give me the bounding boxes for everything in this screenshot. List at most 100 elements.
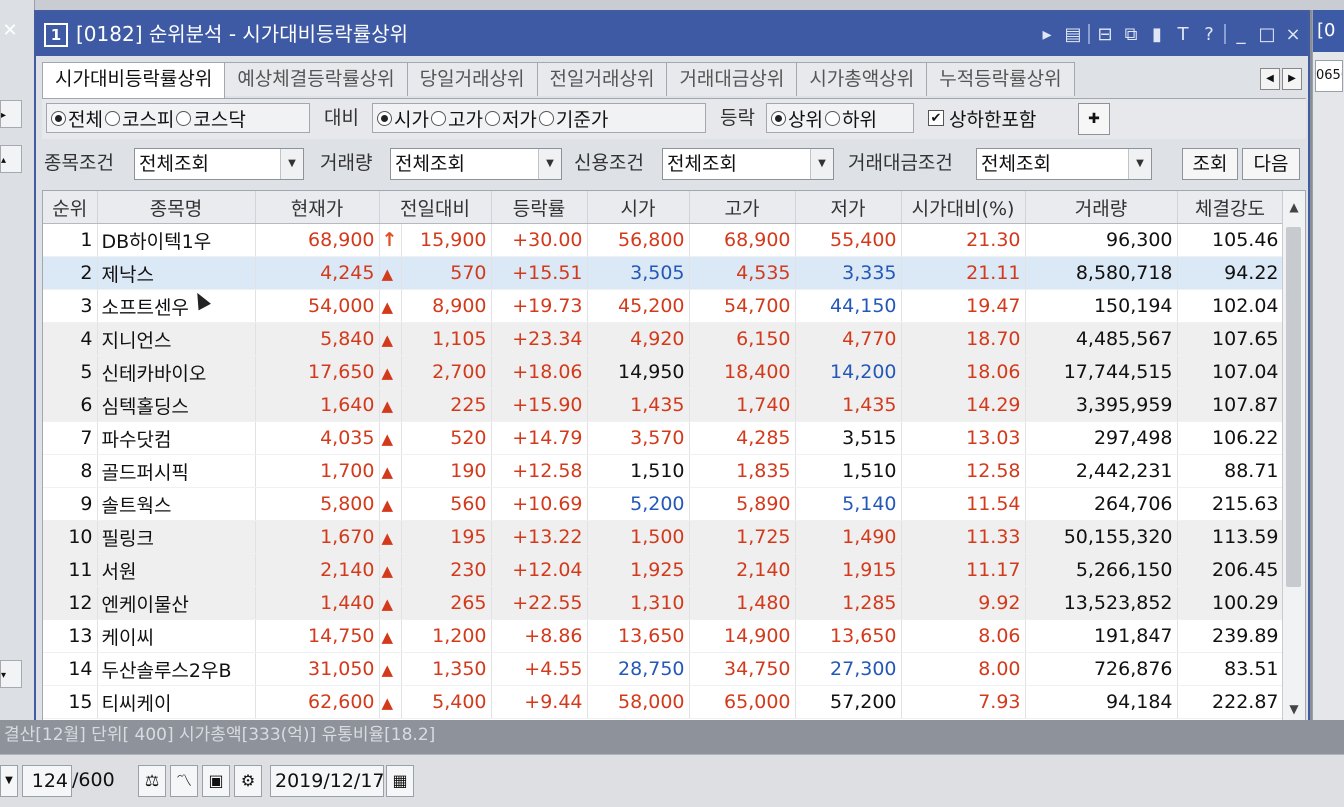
close-icon[interactable]: ✕ (0, 18, 20, 44)
col-rate[interactable]: 등락률 (491, 191, 588, 224)
table-row[interactable]: 9 솔트웍스 5,800 ▲ 560 +10.69 5,200 5,890 5,140 11.54… (43, 487, 1284, 521)
vertical-scrollbar[interactable]: ▲ ▼ (1282, 191, 1305, 725)
cell-high: 54,700 (689, 289, 796, 323)
cell-change: 5,400 (401, 685, 492, 719)
table-row[interactable]: 6 심텍홀딩스 1,640 ▲ 225 +15.90 1,435 1,740 1,435 14.2… (43, 388, 1284, 422)
next-button[interactable]: 다음 (1242, 148, 1300, 180)
title-bar[interactable]: 1 [0182] 순위분석 - 시가대비등락률상위 ▸ ▤ ⊟ ⧉ ▮ T ? … (36, 12, 1308, 56)
radio-bottom[interactable]: 하위 (824, 105, 877, 132)
radio-kospi[interactable]: 코스피 (104, 105, 174, 132)
table-row[interactable]: 3 소프트센우 54,000 ▲ 8,900 +19.73 45,200 54,700 44,1… (43, 289, 1284, 323)
split-icon[interactable]: ⊟ (1094, 24, 1116, 45)
calendar-icon[interactable]: ▦ (386, 765, 414, 797)
col-name[interactable]: 종목명 (97, 191, 256, 224)
cell-high: 1,835 (689, 454, 796, 488)
direction-label: 등락 (720, 107, 755, 129)
maximize-icon[interactable]: □ (1256, 24, 1278, 45)
scroll-up-icon[interactable]: ▲ (1283, 191, 1305, 223)
arrow-up-icon[interactable]: ▴ (0, 145, 22, 173)
settings-icon[interactable]: ✚ (1078, 103, 1110, 135)
col-low[interactable]: 저가 (795, 191, 902, 224)
table-row[interactable]: 2 제낙스 4,245 ▲ 570 +15.51 3,505 4,535 3,335 21.11 8… (43, 256, 1284, 290)
query-button[interactable]: 조회 (1182, 148, 1238, 180)
col-vs-open[interactable]: 시가대비(%) (901, 191, 1026, 224)
table-row[interactable]: 1 DB하이텍1우 68,900 ↑ 15,900 +30.00 56,800 68,900 5… (43, 223, 1284, 257)
radio-open[interactable]: 시가 (377, 105, 429, 132)
col-price[interactable]: 현재가 (255, 191, 380, 224)
bottom-toolbar: ▼ 124 /600 ⚖ 〽 ▣ ⚙ 2019/12/17 ▦ (0, 754, 1344, 807)
tab-cumulative-rate[interactable]: 누적등락률상위 (926, 62, 1075, 96)
pin-icon[interactable]: ▮ (1146, 24, 1168, 45)
status-strip: 결산[12월] 단위[ 400] 시가총액[333(억)] 유통비율[18.2] (0, 720, 1344, 754)
help-icon[interactable]: ? (1198, 24, 1220, 45)
table-row[interactable]: 11 서원 2,140 ▲ 230 +12.04 1,925 2,140 1,915 11.17 5… (43, 553, 1284, 587)
cell-rank: 10 (43, 520, 98, 554)
table-row[interactable]: 10 필링크 1,670 ▲ 195 +13.22 1,500 1,725 1,490 11.33… (43, 520, 1284, 554)
table-row[interactable]: 5 신테카바이오 17,650 ▲ 2,700 +18.06 14,950 18,400 14,… (43, 355, 1284, 389)
font-icon[interactable]: T (1172, 24, 1194, 45)
cell-strength: 107.87 (1177, 388, 1284, 422)
up-triangle-icon: ▲ (381, 661, 394, 679)
tab-open-price-rate[interactable]: 시가대비등락률상위 (42, 62, 226, 98)
radio-base[interactable]: 기준가 (538, 105, 608, 132)
credit-select[interactable]: 전체조회 ▼ (662, 148, 834, 180)
cell-vs-open: 19.47 (901, 289, 1026, 323)
col-open[interactable]: 시가 (587, 191, 690, 224)
cell-strength: 239.89 (1177, 619, 1284, 653)
radio-low[interactable]: 저가 (484, 105, 537, 132)
stock-condition-select[interactable]: 전체조회 ▼ (134, 148, 304, 180)
cell-change: 1,350 (401, 652, 492, 686)
table-row[interactable]: 7 파수닷컴 4,035 ▲ 520 +14.79 3,570 4,285 3,515 13.03… (43, 421, 1284, 455)
table-row[interactable]: 4 지니언스 5,840 ▲ 1,105 +23.34 4,920 6,150 4,770 18.… (43, 322, 1284, 356)
tab-today-volume[interactable]: 당일거래상위 (406, 62, 538, 96)
save-icon[interactable]: ▣ (202, 765, 230, 797)
candle-chart-icon[interactable]: ⚖ (138, 765, 166, 797)
table-row[interactable]: 14 두산솔루스2우B 31,050 ▲ 1,350 +4.55 28,750 34,750 2… (43, 652, 1284, 686)
tab-yesterday-volume[interactable]: 전일거래상위 (536, 62, 668, 96)
tab-market-cap[interactable]: 시가총액상위 (796, 62, 928, 96)
copy-window-icon[interactable]: ⧉ (1120, 24, 1142, 45)
direction-radio-group: 상위 하위 (766, 103, 914, 133)
table-row[interactable]: 12 엔케이물산 1,440 ▲ 265 +22.55 1,310 1,480 1,285 9.9… (43, 586, 1284, 620)
radio-kosdaq[interactable]: 코스닥 (176, 105, 246, 132)
col-volume[interactable]: 거래량 (1025, 191, 1178, 224)
cell-sign: ▲ (379, 685, 402, 719)
arrow-right-icon[interactable]: ▸ (0, 100, 22, 128)
gear-icon[interactable]: ⚙ (234, 765, 262, 797)
radio-all[interactable]: 전체 (51, 105, 103, 132)
amount-select[interactable]: 전체조회 ▼ (976, 148, 1152, 180)
cell-name: 심텍홀딩스 (97, 388, 256, 422)
play-icon[interactable]: ▸ (1036, 24, 1058, 45)
date-field[interactable]: 2019/12/17 (270, 765, 385, 797)
radio-top[interactable]: 상위 (771, 105, 823, 132)
cell-open: 58,000 (587, 685, 690, 719)
volume-select[interactable]: 전체조회 ▼ (390, 148, 562, 180)
cell-name: 신테카바이오 (97, 355, 256, 389)
cell-strength: 88.71 (1177, 454, 1284, 488)
col-rank[interactable]: 순위 (43, 191, 98, 224)
dropdown-icon[interactable]: ▼ (0, 765, 18, 797)
memo-icon[interactable]: ▤ (1062, 24, 1084, 45)
close-window-icon[interactable]: × (1282, 24, 1304, 45)
tab-next-icon[interactable]: ▶ (1282, 68, 1302, 90)
include-limit-checkbox[interactable]: ✔ 상하한포함 (924, 103, 1072, 133)
cell-strength: 106.22 (1177, 421, 1284, 455)
page-current-field[interactable]: 124 (22, 765, 72, 797)
table-row[interactable]: 8 골드퍼시픽 1,700 ▲ 190 +12.58 1,510 1,835 1,510 12.5… (43, 454, 1284, 488)
tab-prev-icon[interactable]: ◀ (1260, 68, 1280, 90)
line-chart-icon[interactable]: 〽 (170, 765, 198, 797)
table-row[interactable]: 15 티씨케이 62,600 ▲ 5,400 +9.44 58,000 65,000 57,20… (43, 685, 1284, 719)
cell-rate: +18.06 (491, 355, 588, 389)
minimize-icon[interactable]: _ (1230, 24, 1252, 45)
window-number: 1 (44, 23, 68, 47)
radio-high[interactable]: 고가 (430, 105, 483, 132)
arrow-down-icon[interactable]: ▾ (0, 660, 22, 688)
tab-trade-amount[interactable]: 거래대금상위 (666, 62, 798, 96)
table-row[interactable]: 13 케이씨 14,750 ▲ 1,200 +8.86 13,650 14,900 13,650… (43, 619, 1284, 653)
col-change[interactable]: 전일대비 (379, 191, 492, 224)
tab-expected-rate[interactable]: 예상체결등락률상위 (224, 62, 408, 96)
scroll-thumb[interactable] (1286, 227, 1301, 587)
col-strength[interactable]: 체결강도 (1177, 191, 1284, 224)
cell-vs-open: 11.17 (901, 553, 1026, 587)
col-high[interactable]: 고가 (689, 191, 796, 224)
